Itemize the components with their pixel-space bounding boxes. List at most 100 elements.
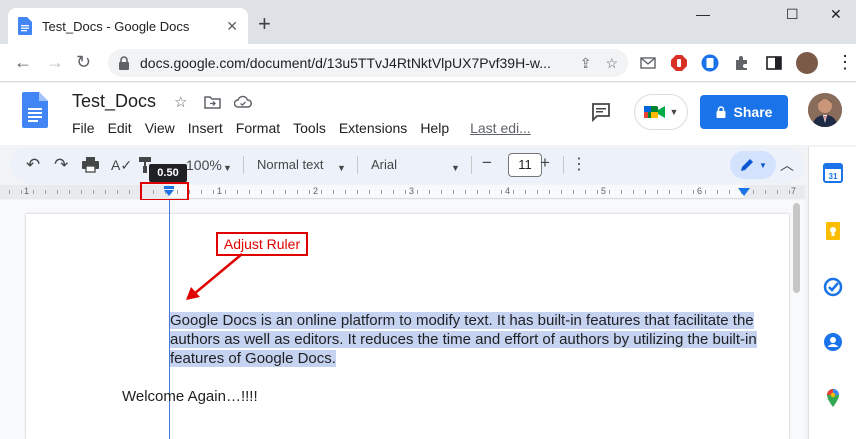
- ruler-tick: [225, 190, 226, 194]
- comment-history-icon[interactable]: [591, 102, 611, 122]
- url-text: docs.google.com/document/d/13u5TTvJ4RtNk…: [140, 55, 551, 71]
- more-options-icon[interactable]: ⋮: [571, 156, 587, 174]
- tasks-icon[interactable]: [823, 277, 843, 297]
- menu-view[interactable]: View: [145, 120, 175, 136]
- paragraph-line: Google Docs is an online platform to mod…: [170, 312, 754, 329]
- ruler-tick: [585, 190, 586, 194]
- ruler-number: 1: [217, 186, 223, 196]
- keep-icon[interactable]: [823, 221, 843, 241]
- toolbar-divider: [563, 156, 564, 174]
- collapse-toolbar-icon[interactable]: ︿: [780, 156, 794, 174]
- ruler-tick: [57, 190, 58, 194]
- new-tab-button[interactable]: +: [258, 13, 271, 35]
- lock-icon: [119, 56, 129, 70]
- ruler-tick: [609, 190, 610, 194]
- indent-tooltip: 0.50: [149, 164, 187, 182]
- docs-header: Test_Docs ☆ File Edit View Insert Format…: [0, 83, 856, 145]
- meet-button[interactable]: ▼: [634, 94, 688, 130]
- ruler-tick: [333, 190, 334, 194]
- spellcheck-icon[interactable]: A✓: [111, 156, 132, 174]
- forward-icon[interactable]: →: [46, 52, 64, 72]
- docs-extension-icon[interactable]: [701, 54, 719, 72]
- font-size-input[interactable]: 11: [508, 153, 542, 177]
- account-avatar[interactable]: [808, 93, 842, 127]
- menu-file[interactable]: File: [72, 120, 95, 136]
- mail-extension-icon[interactable]: [639, 54, 657, 72]
- toolbar-divider: [471, 156, 472, 174]
- font-family-select[interactable]: Arial: [371, 156, 397, 174]
- extensions-puzzle-icon[interactable]: [733, 54, 751, 72]
- menu-format[interactable]: Format: [236, 120, 280, 136]
- ruler-tick: [501, 190, 502, 194]
- paragraph-style-select[interactable]: Normal text: [257, 156, 323, 174]
- document-title[interactable]: Test_Docs: [72, 91, 156, 112]
- ruler-tick: [753, 190, 754, 194]
- ruler-tick: [81, 190, 82, 194]
- maximize-icon[interactable]: ☐: [786, 6, 799, 23]
- side-panel: 31: [808, 147, 856, 439]
- menu-edit[interactable]: Edit: [108, 120, 132, 136]
- ruler-tick: [405, 190, 406, 194]
- svg-text:31: 31: [829, 172, 838, 181]
- selected-paragraph[interactable]: Google Docs is an online platform to mod…: [170, 311, 760, 368]
- ruler-tick: [201, 190, 202, 194]
- reload-icon[interactable]: ↻: [76, 52, 91, 72]
- close-window-icon[interactable]: ✕: [830, 6, 842, 23]
- back-icon[interactable]: ←: [14, 52, 32, 72]
- bookmark-star-icon[interactable]: ☆: [605, 55, 618, 72]
- ruler-tick: [549, 190, 550, 194]
- menu-insert[interactable]: Insert: [188, 120, 223, 136]
- cloud-status-icon[interactable]: [234, 95, 252, 109]
- ruler-tick: [369, 190, 370, 194]
- right-indent-marker-icon[interactable]: [738, 188, 750, 196]
- ruler-tick: [657, 190, 658, 194]
- ruler-tick: [729, 190, 730, 194]
- zoom-select[interactable]: 100%: [186, 156, 222, 174]
- share-page-icon[interactable]: ⇪: [580, 55, 592, 72]
- ruler-tick: [441, 190, 442, 194]
- chevron-down-icon: ▼: [669, 107, 679, 117]
- ruler-tick: [489, 190, 490, 194]
- ruler-tick: [513, 190, 514, 194]
- decrease-font-size-button[interactable]: −: [482, 154, 492, 172]
- browser-tab[interactable]: Test_Docs - Google Docs ✕: [8, 8, 248, 44]
- ruler-tick: [381, 190, 382, 194]
- menu-extensions[interactable]: Extensions: [339, 120, 407, 136]
- redo-icon[interactable]: ↷: [54, 156, 68, 174]
- share-button[interactable]: Share: [700, 95, 788, 129]
- share-label: Share: [733, 104, 773, 120]
- star-icon[interactable]: ☆: [174, 93, 187, 111]
- menu-help[interactable]: Help: [420, 120, 449, 136]
- ruler-tick: [129, 190, 130, 194]
- tab-close-icon[interactable]: ✕: [226, 18, 238, 35]
- ruler-tick: [705, 190, 706, 194]
- vertical-scrollbar[interactable]: [793, 203, 800, 293]
- ruler-number: 3: [409, 186, 415, 196]
- horizontal-ruler[interactable]: 1 1 2 3 4 5 6 7: [0, 185, 805, 199]
- undo-icon[interactable]: ↶: [26, 156, 40, 174]
- ruler-tick: [93, 190, 94, 194]
- last-edit-link[interactable]: Last edi...: [470, 120, 531, 136]
- ruler-tick: [393, 190, 394, 194]
- url-omnibox[interactable]: docs.google.com/document/d/13u5TTvJ4RtNk…: [108, 49, 628, 77]
- adblock-extension-icon[interactable]: [670, 54, 688, 72]
- contacts-icon[interactable]: [823, 332, 843, 352]
- increase-font-size-button[interactable]: +: [540, 154, 550, 172]
- ruler-tick: [453, 190, 454, 194]
- maps-icon[interactable]: [823, 388, 843, 408]
- minimize-icon[interactable]: —: [696, 6, 710, 22]
- print-icon[interactable]: [82, 157, 99, 173]
- ruler-tick: [621, 190, 622, 194]
- profile-avatar[interactable]: [796, 52, 818, 74]
- browser-menu-icon[interactable]: ⋮: [836, 52, 854, 72]
- side-panel-icon[interactable]: [765, 54, 783, 72]
- welcome-text[interactable]: Welcome Again…!!!!: [122, 388, 258, 405]
- menu-tools[interactable]: Tools: [293, 120, 326, 136]
- move-folder-icon[interactable]: [204, 95, 221, 109]
- ruler-number: 5: [601, 186, 607, 196]
- editing-mode-button[interactable]: ▼: [730, 151, 776, 179]
- ruler-tick: [561, 190, 562, 194]
- google-docs-logo-icon[interactable]: [22, 92, 48, 128]
- calendar-icon[interactable]: 31: [823, 163, 843, 183]
- chevron-down-icon: ▼: [759, 160, 767, 170]
